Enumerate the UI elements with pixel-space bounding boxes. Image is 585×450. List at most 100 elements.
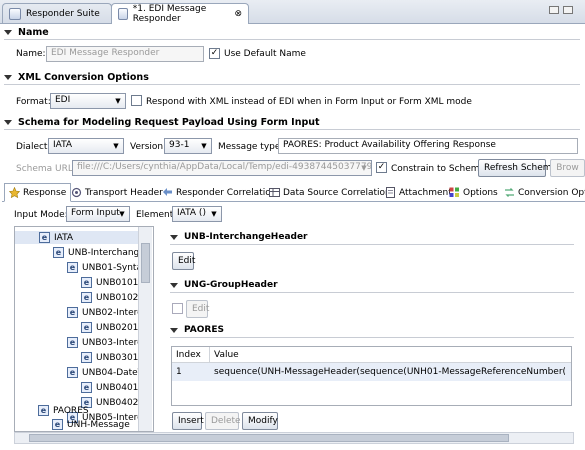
tree-item[interactable]: e UNB04-DateTi xyxy=(67,366,145,379)
tab-options[interactable]: Options xyxy=(445,183,502,202)
tree-item-label: IATA xyxy=(54,232,74,243)
tab-label: *1. EDI Message Responder xyxy=(132,4,207,24)
table-row[interactable]: 1 sequence(UNH-MessageHeader(sequence(UN… xyxy=(172,363,571,381)
tab-responder-correlation[interactable]: Responder Correlation xyxy=(158,183,280,202)
close-icon[interactable]: ⊗ xyxy=(234,9,242,19)
tree-item[interactable]: e UNB02-Interch xyxy=(67,306,148,319)
unb-edit-button[interactable]: Edit xyxy=(172,252,195,270)
format-select[interactable]: EDI ▼ xyxy=(50,93,126,109)
divider xyxy=(4,39,580,40)
element-icon: e xyxy=(81,292,92,303)
paores-table[interactable]: Index Value 1 sequence(UNH-MessageHeader… xyxy=(171,346,572,406)
section-schema[interactable]: Schema for Modeling Request Payload Usin… xyxy=(4,117,320,128)
tab-data-source-correlation[interactable]: Data Source Correlation xyxy=(265,183,395,202)
tree-item[interactable]: e UNB01-Syntax xyxy=(67,261,147,274)
tree-item[interactable]: e IATA xyxy=(15,231,141,244)
conversion-icon xyxy=(505,188,514,197)
response-icon xyxy=(9,187,20,198)
collapse-triangle-icon xyxy=(170,282,178,288)
input-mode-select[interactable]: Form Input ▼ xyxy=(66,206,130,222)
constrain-schema-label: Constrain to Schema xyxy=(391,164,486,174)
modify-button[interactable]: Modify xyxy=(242,412,278,430)
section-title: PAORES xyxy=(184,325,224,335)
element-icon: e xyxy=(38,405,49,416)
column-header-index[interactable]: Index xyxy=(172,347,210,362)
section-title: XML Conversion Options xyxy=(18,72,149,83)
ung-edit-button[interactable]: Edit xyxy=(186,300,209,318)
tree-item[interactable]: e UNB0402- xyxy=(81,396,142,409)
element-icon: e xyxy=(67,307,78,318)
element-tree[interactable]: e IATA e UNB-Interchangel e UNB01-Syntax eU… xyxy=(14,226,154,432)
collapse-triangle-icon xyxy=(4,75,12,80)
tree-item[interactable]: e UNB-Interchangel xyxy=(53,246,147,259)
version-select[interactable]: 93-1 ▼ xyxy=(164,138,212,154)
column-header-value[interactable]: Value xyxy=(210,347,243,362)
horizontal-scrollbar[interactable] xyxy=(14,432,574,444)
schema-url-select[interactable]: file:///C:/Users/cynthia/AppData/Local/T… xyxy=(72,160,372,176)
element-icon: e xyxy=(81,322,92,333)
element-icon: e xyxy=(81,382,92,393)
paores-section[interactable]: PAORES xyxy=(170,325,224,335)
chevron-down-icon: ▼ xyxy=(361,164,367,172)
tree-vertical-scrollbar[interactable] xyxy=(138,227,152,431)
version-label: Version: xyxy=(130,142,167,152)
format-value: EDI xyxy=(55,95,71,105)
tab-label: Responder Correlation xyxy=(176,187,277,198)
tab-label: Options xyxy=(463,187,498,198)
use-default-name-checkbox[interactable]: ✓ xyxy=(209,48,220,59)
dialect-label: Dialect: xyxy=(16,142,51,152)
dialect-select[interactable]: IATA ▼ xyxy=(48,138,124,154)
maximize-icon[interactable] xyxy=(563,6,573,14)
element-select[interactable]: IATA () ▼ xyxy=(172,206,222,222)
delete-button[interactable]: Delete xyxy=(205,412,241,430)
insert-button[interactable]: Insert xyxy=(172,412,204,430)
tree-item[interactable]: e UNB03-Interch xyxy=(67,336,148,349)
respond-xml-label: Respond with XML instead of EDI when in … xyxy=(146,97,472,107)
section-title: Schema for Modeling Request Payload Usin… xyxy=(18,117,320,128)
tab-transport-header[interactable]: Transport Header xyxy=(67,183,167,202)
refresh-schema-button[interactable]: Refresh Schema xyxy=(478,159,557,177)
schema-url-value: file:///C:/Users/cynthia/AppData/Local/T… xyxy=(77,162,372,172)
element-icon: e xyxy=(39,232,50,243)
unb-section[interactable]: UNB-InterchangeHeader xyxy=(170,232,308,242)
divider xyxy=(4,84,580,85)
tree-item[interactable]: e UNH-Message xyxy=(52,418,130,431)
section-xml-conversion[interactable]: XML Conversion Options xyxy=(4,72,149,83)
section-title: UNG-GroupHeader xyxy=(184,280,278,290)
tab-conversion-options[interactable]: Conversion Opt xyxy=(500,183,585,202)
element-label: Element: xyxy=(136,210,177,220)
tree-item[interactable]: e PAORES xyxy=(38,404,89,417)
scroll-thumb[interactable] xyxy=(141,243,150,283)
section-title: UNB-InterchangeHeader xyxy=(184,232,308,242)
respond-xml-checkbox[interactable] xyxy=(131,95,142,106)
section-name[interactable]: Name xyxy=(4,27,49,38)
tab-responder-suite[interactable]: Responder Suite xyxy=(2,3,112,24)
tree-item-label: PAORES xyxy=(53,405,89,416)
name-input[interactable]: EDI Message Responder xyxy=(46,46,204,62)
tree-item[interactable]: e UNB0301-I xyxy=(81,351,144,364)
tab-label: Data Source Correlation xyxy=(283,187,391,198)
browse-button[interactable]: Brow xyxy=(550,159,585,177)
dialect-value: IATA xyxy=(53,140,73,150)
scroll-thumb[interactable] xyxy=(29,434,509,442)
ung-checkbox[interactable] xyxy=(172,303,183,314)
name-label: Name: xyxy=(16,49,46,59)
suite-icon xyxy=(9,8,21,20)
minimize-icon[interactable] xyxy=(549,6,559,14)
message-type-input[interactable]: PAORES: Product Availability Offering Re… xyxy=(278,138,578,154)
version-value: 93-1 xyxy=(169,140,190,150)
tab-edi-message-responder[interactable]: *1. EDI Message Responder ⊗ xyxy=(111,3,249,24)
constrain-schema-checkbox[interactable]: ✓ xyxy=(376,162,387,173)
chevron-down-icon: ▼ xyxy=(113,142,119,150)
tab-response[interactable]: Response xyxy=(4,183,72,202)
row-index: 1 xyxy=(176,367,182,377)
element-icon: e xyxy=(67,337,78,348)
correlation-icon xyxy=(163,188,172,196)
collapse-triangle-icon xyxy=(170,234,178,240)
ung-section[interactable]: UNG-GroupHeader xyxy=(170,280,278,290)
tree-item[interactable]: e UNB0401-I xyxy=(81,381,144,394)
divider xyxy=(170,244,574,245)
tab-label: Response xyxy=(23,187,67,198)
collapse-triangle-icon xyxy=(170,327,178,333)
element-icon: e xyxy=(53,247,64,258)
